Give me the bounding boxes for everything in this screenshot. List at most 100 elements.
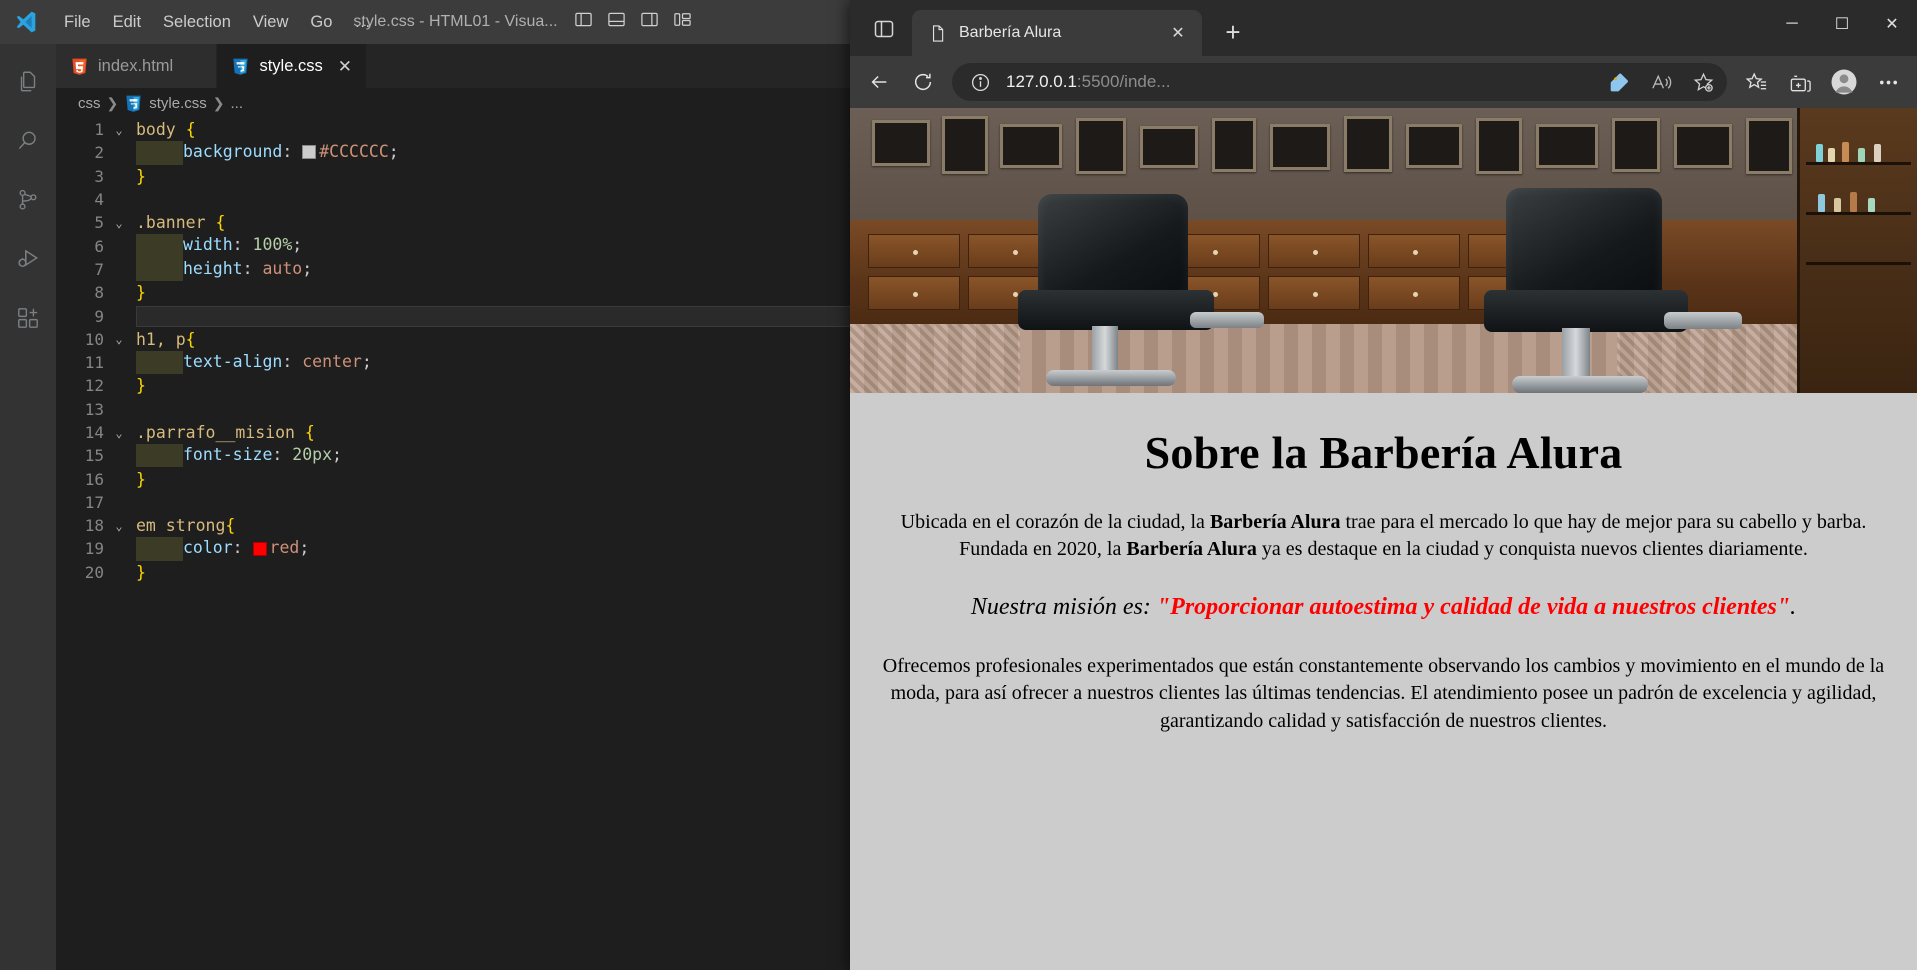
edge-close-button[interactable]: ✕ bbox=[1867, 0, 1917, 48]
css-brace: } bbox=[136, 469, 146, 489]
back-arrow-icon[interactable] bbox=[858, 63, 900, 101]
css-colon: : bbox=[272, 445, 293, 465]
line-number: 9 bbox=[94, 306, 104, 326]
mision-end: . bbox=[1790, 593, 1797, 620]
profile-avatar-icon[interactable] bbox=[1823, 63, 1865, 101]
css-brace: { bbox=[185, 329, 196, 349]
breadcrumb-symbols[interactable]: ... bbox=[230, 95, 243, 112]
browser-tab[interactable]: Barbería Alura ✕ bbox=[912, 10, 1202, 56]
css-value: #CCCCCC bbox=[319, 142, 389, 162]
refresh-icon[interactable] bbox=[902, 63, 944, 101]
activity-source-control[interactable] bbox=[0, 170, 56, 229]
code-content: .parrafo__mision { bbox=[130, 423, 315, 442]
code-content: h1, p{ bbox=[130, 330, 196, 349]
menu-more[interactable]: … bbox=[344, 9, 381, 36]
toggle-secondary-sidebar-icon[interactable] bbox=[640, 10, 659, 34]
css-semicolon: ; bbox=[332, 445, 342, 465]
price-tag-icon[interactable] bbox=[1603, 66, 1635, 98]
fold-toggle[interactable]: ⌄ bbox=[108, 124, 130, 136]
indent-guide bbox=[136, 234, 183, 258]
browser-tab-close-icon[interactable]: ✕ bbox=[1164, 19, 1192, 47]
css-semicolon: ; bbox=[299, 538, 310, 558]
color-swatch-red[interactable] bbox=[252, 541, 267, 556]
banner-barber-chair-right bbox=[1450, 188, 1750, 393]
menu-go[interactable]: Go bbox=[300, 9, 342, 36]
css-semicolon: ; bbox=[302, 258, 313, 278]
line-number: 14 bbox=[84, 423, 104, 442]
customize-layout-icon[interactable] bbox=[673, 10, 692, 34]
css-brace: { bbox=[225, 516, 236, 536]
css-colon: : bbox=[282, 352, 303, 372]
paragraph-services: Ofrecemos profesionales experimentados q… bbox=[882, 654, 1885, 732]
address-bar-url[interactable]: 127.0.0.1:5500/inde... bbox=[1006, 72, 1593, 92]
banner-barber-chair-left bbox=[1000, 194, 1290, 393]
tab-style-css[interactable]: style.css ✕ bbox=[217, 44, 367, 88]
more-settings-icon[interactable] bbox=[1867, 63, 1909, 101]
activity-run-and-debug[interactable] bbox=[0, 229, 56, 288]
menu-view[interactable]: View bbox=[243, 9, 298, 36]
url-host: 127.0.0.1 bbox=[1006, 72, 1077, 91]
edge-minimize-button[interactable]: ─ bbox=[1767, 0, 1817, 48]
line-number: 1 bbox=[94, 120, 104, 140]
code-content: text-align: center; bbox=[130, 350, 372, 375]
tab-actions-icon[interactable] bbox=[856, 6, 912, 52]
code-content: } bbox=[130, 283, 146, 302]
code-content: } bbox=[130, 376, 146, 395]
toggle-panel-icon[interactable] bbox=[607, 10, 626, 34]
code-content: width: 100%; bbox=[130, 234, 303, 258]
line-number: 15 bbox=[84, 446, 104, 466]
browser-tab-title: Barbería Alura bbox=[959, 24, 1062, 41]
line-number: 16 bbox=[84, 469, 104, 489]
line-number: 17 bbox=[84, 492, 104, 512]
breadcrumb-file[interactable]: style.css bbox=[149, 95, 207, 112]
css-colon: : bbox=[232, 235, 253, 255]
line-number: 12 bbox=[84, 376, 104, 396]
paragraph-about: Ubicada en el corazón de la ciudad, la B… bbox=[858, 509, 1909, 564]
css-brace: { bbox=[215, 213, 226, 233]
fold-toggle[interactable]: ⌄ bbox=[108, 217, 130, 229]
activity-search[interactable] bbox=[0, 111, 56, 170]
css-brace: } bbox=[136, 376, 146, 396]
menu-selection[interactable]: Selection bbox=[153, 9, 241, 36]
menu-file[interactable]: File bbox=[54, 9, 101, 36]
page-icon bbox=[932, 24, 944, 42]
collections-icon[interactable] bbox=[1779, 63, 1821, 101]
activity-explorer[interactable] bbox=[0, 52, 56, 111]
css-value: center bbox=[302, 352, 362, 372]
vscode-logo-icon bbox=[0, 0, 52, 44]
new-tab-button[interactable]: + bbox=[1212, 11, 1254, 53]
css-semicolon: ; bbox=[292, 235, 303, 255]
address-bar[interactable]: 127.0.0.1:5500/inde... bbox=[952, 63, 1727, 101]
color-swatch-ccc[interactable] bbox=[302, 145, 317, 160]
vscode-activity-bar bbox=[0, 44, 56, 970]
indent-guide bbox=[136, 257, 183, 282]
css-value: red bbox=[269, 538, 300, 558]
fold-toggle[interactable]: ⌄ bbox=[108, 333, 130, 345]
toggle-primary-sidebar-icon[interactable] bbox=[574, 10, 593, 34]
tab-index-html[interactable]: index.html ✕ bbox=[56, 44, 218, 88]
activity-extensions[interactable] bbox=[0, 288, 56, 347]
code-content: color: red; bbox=[130, 537, 310, 561]
vscode-menubar: File Edit Selection View Go … bbox=[54, 9, 381, 36]
edge-maximize-button[interactable]: ☐ bbox=[1817, 0, 1867, 48]
indent-guide bbox=[136, 141, 183, 165]
css3-file-icon bbox=[233, 58, 249, 75]
breadcrumb-folder[interactable]: css bbox=[78, 95, 101, 112]
css-brace: { bbox=[304, 423, 315, 442]
line-number: 7 bbox=[94, 259, 104, 279]
info-icon[interactable] bbox=[964, 66, 996, 98]
css-semicolon: ; bbox=[361, 352, 372, 372]
menu-edit[interactable]: Edit bbox=[103, 9, 151, 36]
line-number: 4 bbox=[94, 190, 104, 210]
fold-toggle[interactable]: ⌄ bbox=[108, 520, 130, 532]
fold-toggle[interactable]: ⌄ bbox=[108, 427, 130, 439]
add-favorite-star-icon[interactable] bbox=[1687, 66, 1719, 98]
page-title: Sobre la Barbería Alura bbox=[1144, 427, 1623, 478]
paragraph-mision: Nuestra misión es: "Proporcionar autoest… bbox=[858, 591, 1909, 623]
favorites-list-icon[interactable] bbox=[1735, 63, 1777, 101]
rendered-webpage: Sobre la Barbería Alura Ubicada en el co… bbox=[850, 108, 1917, 970]
tab-style-css-close[interactable]: ✕ bbox=[338, 57, 352, 77]
edge-toolbar: 127.0.0.1:5500/inde... bbox=[850, 56, 1917, 108]
css-property: height bbox=[183, 258, 243, 278]
read-aloud-icon[interactable] bbox=[1645, 66, 1677, 98]
